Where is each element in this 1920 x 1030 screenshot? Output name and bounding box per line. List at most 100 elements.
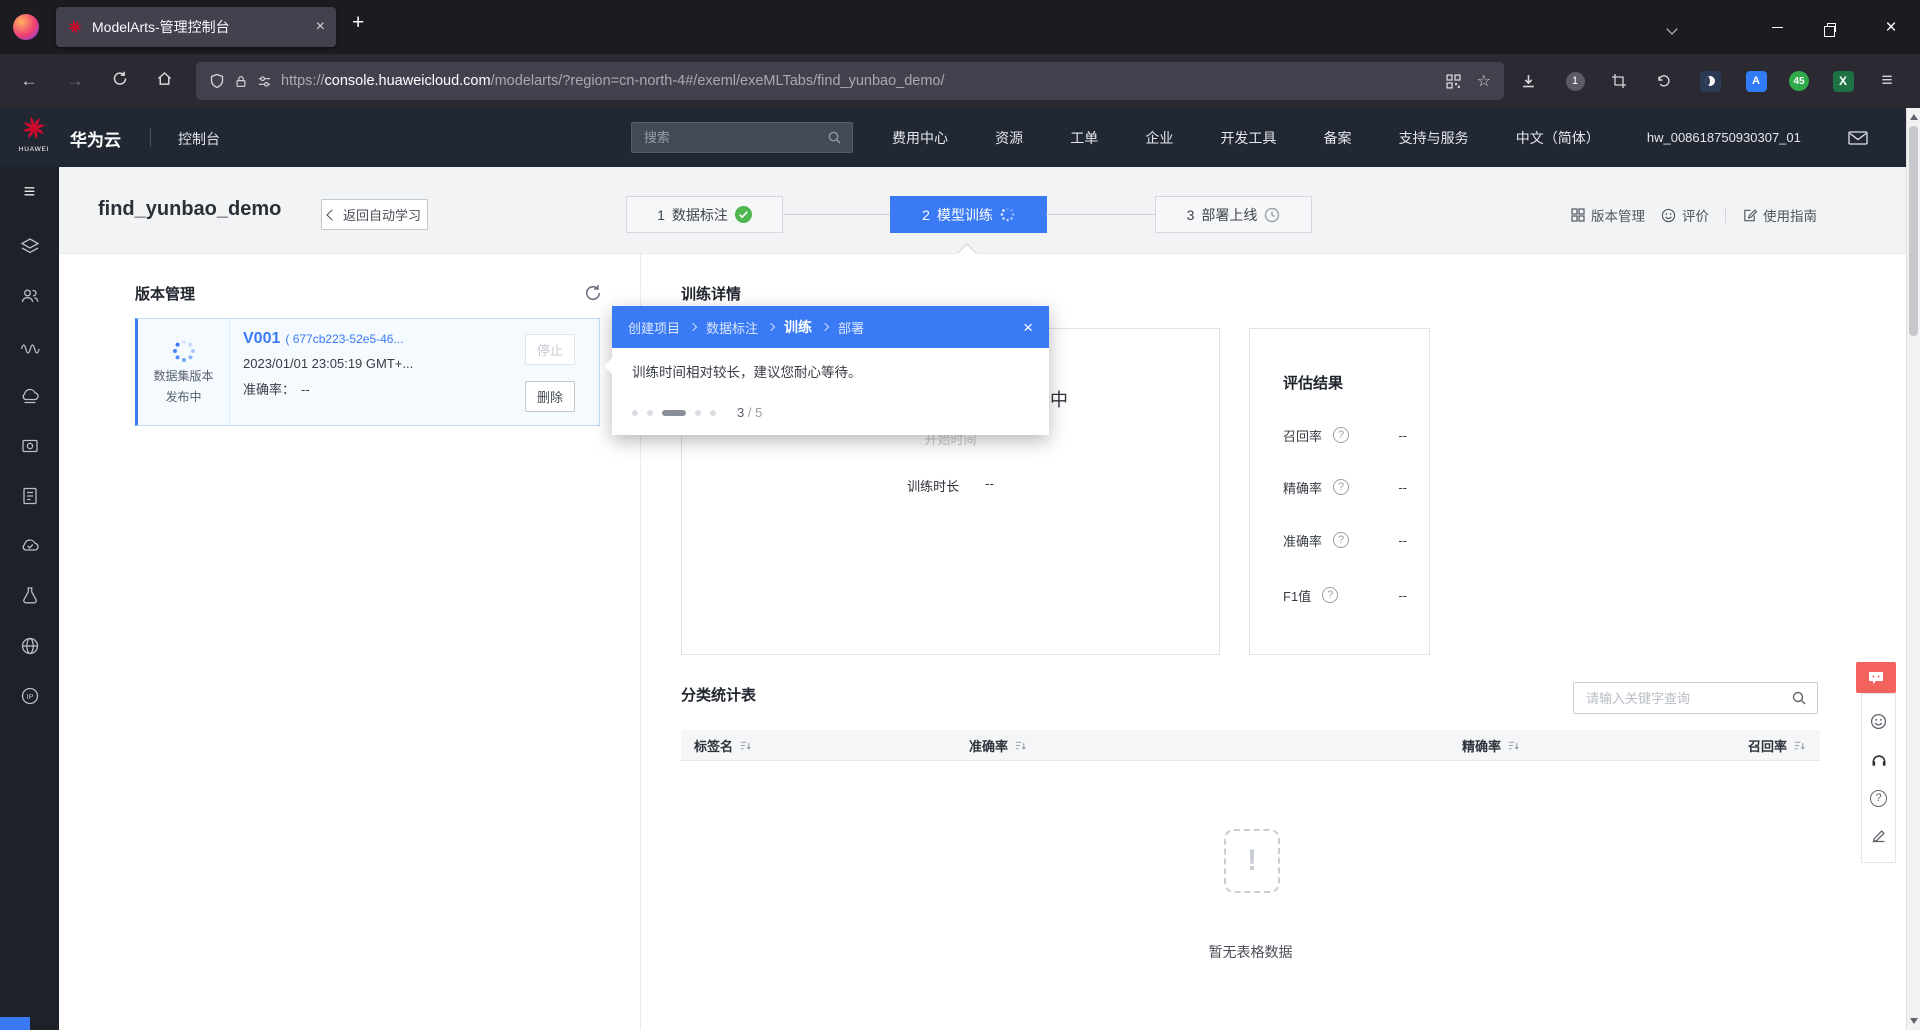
nav-billing[interactable]: 费用中心 bbox=[892, 128, 948, 148]
rate-link[interactable]: 评价 bbox=[1661, 205, 1709, 225]
nav-language[interactable]: 中文（简体） bbox=[1516, 128, 1600, 148]
popover-close-icon[interactable]: × bbox=[1023, 319, 1033, 336]
downloads-icon[interactable] bbox=[1515, 68, 1541, 94]
version-status-line1: 数据集版本 bbox=[153, 369, 214, 383]
column-precision[interactable]: 精确率 bbox=[1220, 736, 1520, 755]
browser-tab[interactable]: ModelArts-管理控制台 × bbox=[56, 7, 336, 47]
search-icon[interactable] bbox=[1791, 690, 1807, 706]
waveform-icon[interactable] bbox=[19, 335, 41, 357]
window-restore-button[interactable] bbox=[1808, 0, 1854, 54]
huawei-logo[interactable]: HUAWEI bbox=[13, 116, 55, 153]
nav-tickets[interactable]: 工单 bbox=[1070, 128, 1098, 148]
reload-button[interactable] bbox=[107, 71, 133, 92]
smiley-icon[interactable] bbox=[1870, 713, 1887, 730]
screenshot-crop-icon[interactable] bbox=[1606, 68, 1632, 94]
step-deploy[interactable]: 3 部署上线 bbox=[1155, 196, 1312, 233]
app-menu-icon[interactable]: ≡ bbox=[1874, 68, 1900, 94]
globe-network-icon[interactable] bbox=[19, 635, 41, 657]
user-guide-link[interactable]: 使用指南 bbox=[1742, 205, 1817, 225]
actions-divider bbox=[1725, 207, 1726, 223]
qr-code-icon[interactable] bbox=[1446, 73, 1461, 89]
sidebar-menu-icon[interactable]: ≡ bbox=[24, 182, 36, 202]
help-question-icon[interactable]: ? bbox=[1333, 479, 1350, 495]
nav-support[interactable]: 支持与服务 bbox=[1399, 128, 1469, 148]
account-name[interactable]: hw_008618750930307_01 bbox=[1647, 130, 1801, 145]
sort-icon[interactable] bbox=[1507, 739, 1520, 752]
sort-icon[interactable] bbox=[739, 739, 752, 752]
grid-icon bbox=[1571, 208, 1585, 222]
lock-icon[interactable] bbox=[234, 74, 248, 89]
table-search-box[interactable] bbox=[1573, 682, 1818, 714]
step-model-training[interactable]: 2 模型训练 bbox=[890, 196, 1047, 233]
nav-icp[interactable]: 备案 bbox=[1324, 128, 1352, 148]
scroll-down-arrow-icon[interactable] bbox=[1910, 1018, 1918, 1024]
spreadsheet-extension-icon[interactable]: X bbox=[1830, 68, 1856, 94]
search-icon[interactable] bbox=[827, 130, 842, 145]
cloud-check-icon[interactable] bbox=[19, 535, 41, 557]
history-undo-icon[interactable] bbox=[1651, 68, 1677, 94]
home-button[interactable] bbox=[151, 70, 177, 92]
bookmark-star-icon[interactable]: ☆ bbox=[1477, 71, 1491, 91]
notebook-document-icon[interactable] bbox=[19, 485, 41, 507]
notification-badge[interactable]: 1 bbox=[1562, 68, 1588, 94]
list-tabs-chevron-icon[interactable] bbox=[1666, 20, 1678, 38]
brand-name[interactable]: 华为云 bbox=[70, 126, 121, 151]
help-question-icon[interactable]: ? bbox=[1322, 587, 1339, 603]
delete-button[interactable]: 删除 bbox=[525, 381, 575, 412]
nav-console-link[interactable]: 控制台 bbox=[178, 129, 220, 149]
version-name[interactable]: V001 bbox=[243, 330, 280, 348]
scroll-up-arrow-icon[interactable] bbox=[1910, 114, 1918, 120]
edit-pen-icon[interactable] bbox=[1871, 828, 1887, 844]
help-question-icon[interactable]: ? bbox=[1870, 789, 1887, 807]
version-management-link[interactable]: 版本管理 bbox=[1571, 205, 1645, 225]
stop-button[interactable]: 停止 bbox=[525, 334, 575, 365]
help-question-icon[interactable]: ? bbox=[1333, 427, 1350, 443]
forward-button[interactable]: → bbox=[62, 71, 88, 91]
cloud-service-icon[interactable] bbox=[19, 385, 41, 407]
dark-mode-extension-icon[interactable] bbox=[1697, 68, 1723, 94]
page-scrollbar[interactable] bbox=[1906, 108, 1920, 1030]
table-search-input[interactable] bbox=[1584, 689, 1791, 707]
sort-icon[interactable] bbox=[1793, 739, 1806, 752]
experiment-flask-icon[interactable] bbox=[19, 585, 41, 607]
global-search-box[interactable] bbox=[631, 122, 853, 153]
version-id: ( 677cb223-52e5-46... bbox=[285, 332, 404, 346]
back-button[interactable]: ← bbox=[16, 71, 42, 91]
stats-table-title: 分类统计表 bbox=[681, 687, 757, 704]
nav-resources[interactable]: 资源 bbox=[995, 128, 1023, 148]
window-close-button[interactable]: × bbox=[1868, 0, 1914, 54]
nav-enterprise[interactable]: 企业 bbox=[1145, 128, 1173, 148]
storage-box-icon[interactable] bbox=[19, 435, 41, 457]
headset-icon[interactable] bbox=[1870, 751, 1888, 769]
ip-address-icon[interactable]: IP bbox=[19, 685, 41, 707]
feedback-chat-button[interactable] bbox=[1856, 662, 1896, 693]
back-to-exeml-button[interactable]: 返回自动学习 bbox=[321, 199, 428, 230]
counter-extension-icon[interactable]: 45 bbox=[1786, 68, 1812, 94]
popover-progress: 3 / 5 bbox=[632, 405, 1029, 420]
global-search-input[interactable] bbox=[642, 129, 827, 146]
step-data-labeling[interactable]: 1 数据标注 bbox=[626, 196, 783, 233]
url-bar[interactable]: https://console.huaweicloud.com/modelart… bbox=[196, 62, 1504, 100]
team-users-icon[interactable] bbox=[19, 285, 41, 307]
version-card[interactable]: 数据集版本 发布中 V001 ( 677cb223-52e5-46... 202… bbox=[135, 318, 600, 426]
progress-dot bbox=[710, 409, 716, 416]
firefox-logo-icon[interactable] bbox=[13, 14, 39, 40]
column-label-name[interactable]: 标签名 bbox=[681, 736, 969, 755]
mail-icon[interactable] bbox=[1848, 130, 1868, 146]
column-accuracy[interactable]: 准确率 bbox=[969, 736, 1220, 755]
tracking-shield-icon[interactable] bbox=[209, 73, 225, 89]
window-minimize-button[interactable] bbox=[1754, 0, 1800, 54]
nav-devtools[interactable]: 开发工具 bbox=[1220, 128, 1276, 148]
scrollbar-thumb[interactable] bbox=[1909, 126, 1918, 336]
empty-state-text: 暂无表格数据 bbox=[1208, 944, 1293, 960]
permissions-icon[interactable] bbox=[257, 74, 272, 89]
help-question-icon[interactable]: ? bbox=[1333, 532, 1350, 548]
translate-extension-icon[interactable]: A bbox=[1743, 68, 1769, 94]
column-recall[interactable]: 召回率 bbox=[1520, 736, 1820, 755]
sort-icon[interactable] bbox=[1014, 739, 1027, 752]
new-tab-button[interactable]: + bbox=[352, 12, 364, 33]
tab-close-icon[interactable]: × bbox=[316, 19, 325, 35]
dashboard-layers-icon[interactable] bbox=[19, 235, 41, 257]
page-title: find_yunbao_demo bbox=[98, 198, 282, 220]
refresh-icon[interactable] bbox=[584, 284, 602, 307]
